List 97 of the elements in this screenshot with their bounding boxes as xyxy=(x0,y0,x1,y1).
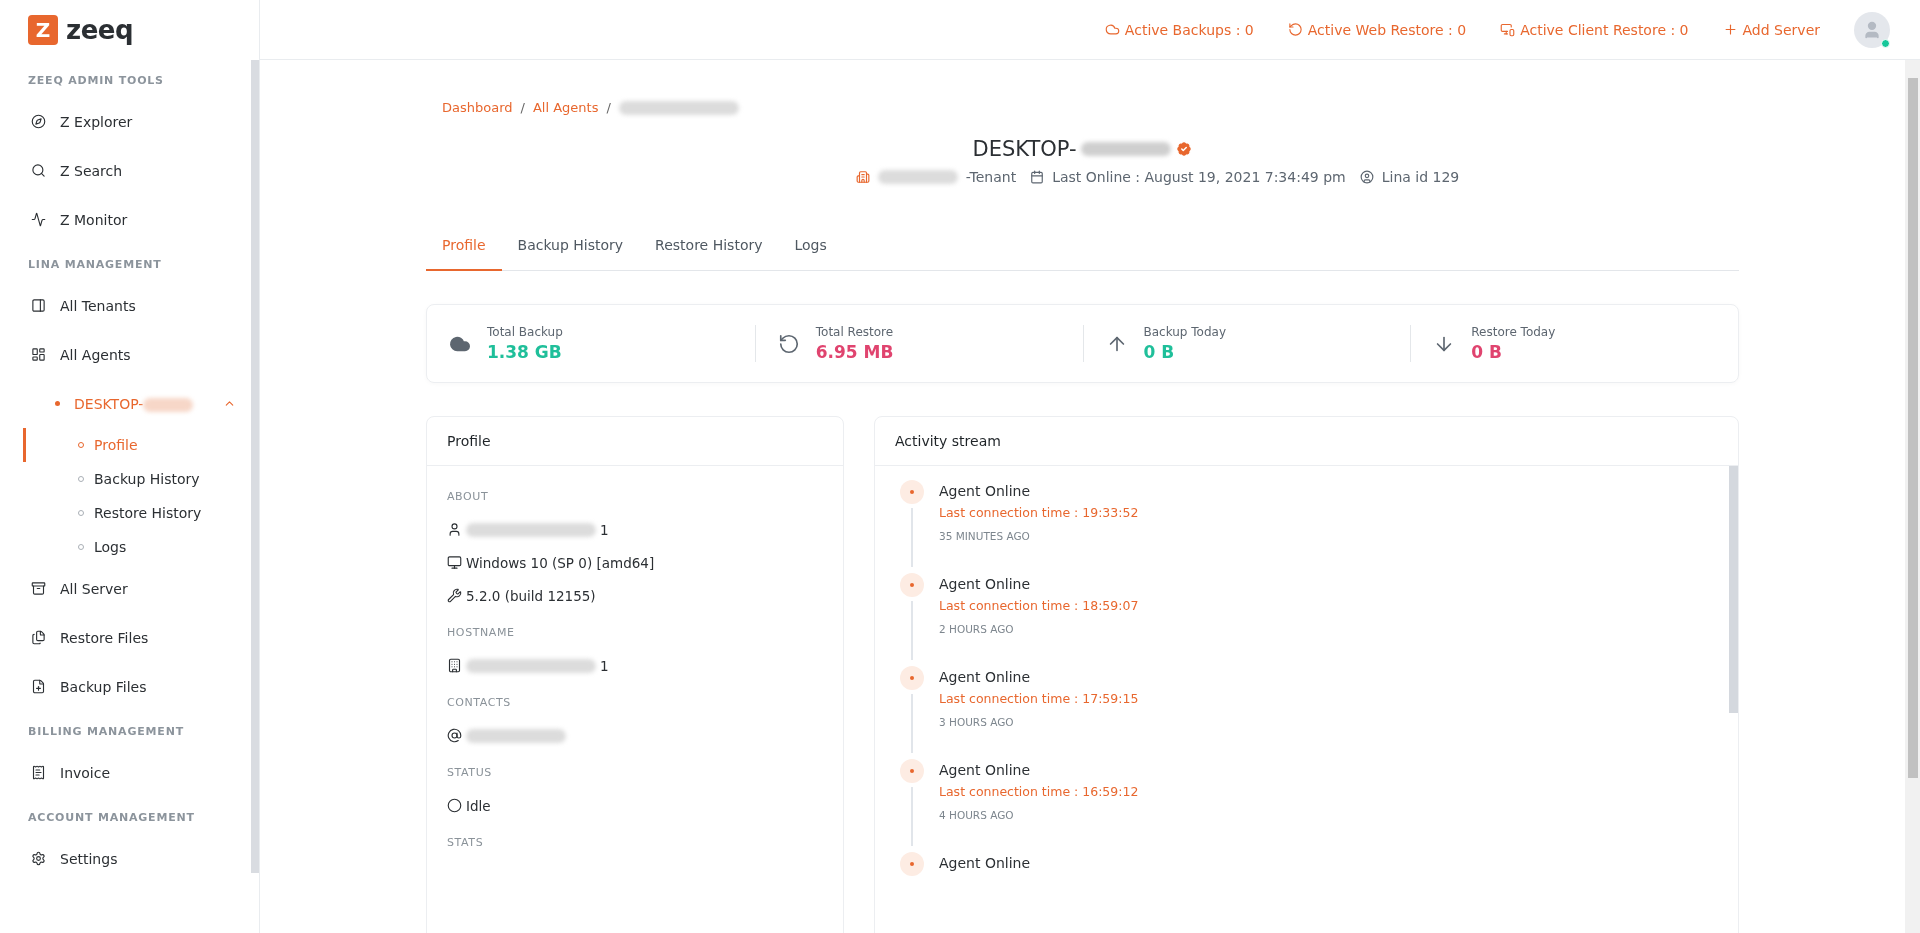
server-icon xyxy=(31,581,46,596)
activity-detail: Last connection time : 16:59:12 xyxy=(939,784,1140,799)
restore-icon xyxy=(777,332,800,355)
profile-value: 5.2.0 (build 12155) xyxy=(466,587,596,604)
breadcrumb-separator: / xyxy=(606,100,611,115)
restore-icon xyxy=(1287,22,1303,37)
search-icon xyxy=(31,163,46,178)
compass-icon xyxy=(31,114,46,129)
section-title: ZEEQ ADMIN TOOLS xyxy=(27,73,165,89)
building-icon xyxy=(855,170,870,184)
stat-value: 0 B xyxy=(1471,342,1503,362)
sidebar-item[interactable]: Z Monitor xyxy=(0,195,251,244)
profile-value: Idle xyxy=(466,797,491,814)
profile-value: 1 xyxy=(600,657,609,674)
settings-icon xyxy=(31,851,46,866)
stat-value: 6.95 MB xyxy=(815,342,894,362)
logo-text: zeeq xyxy=(66,15,133,45)
sidebar-item[interactable]: Z Search xyxy=(0,146,251,195)
activity-time: 2 HOURS AGO xyxy=(939,623,1015,635)
section-heading: STATUS xyxy=(447,766,493,779)
section-heading: HOSTNAME xyxy=(447,626,516,639)
layout-icon xyxy=(31,347,46,362)
user-circle-icon xyxy=(1359,170,1374,184)
tab[interactable]: Logs xyxy=(778,225,843,271)
sidebar-item[interactable]: All Tenants xyxy=(0,281,251,330)
sidebar-subitem[interactable]: Restore History xyxy=(0,496,251,530)
sidebar-item[interactable]: Restore Files xyxy=(0,613,251,662)
activity-title: Agent Online xyxy=(939,483,1032,499)
profile-value: 1 xyxy=(600,521,609,538)
panel-icon xyxy=(31,298,46,313)
sidebar-item[interactable]: All Agents xyxy=(0,330,251,379)
activity-detail: Last connection time : 18:59:07 xyxy=(939,598,1140,613)
timeline-bullet xyxy=(900,573,924,597)
section-title: BILLING MANAGEMENT xyxy=(27,724,185,740)
timeline-bullet xyxy=(900,759,924,783)
agent-title: DESKTOP- xyxy=(972,137,1077,161)
files-icon xyxy=(31,630,46,645)
stat-value: 1.38 GB xyxy=(487,342,563,362)
profile-value: Windows 10 (SP 0) [amd64] xyxy=(466,554,655,571)
timeline-bullet xyxy=(900,852,924,876)
stat-label: Total Backup xyxy=(487,325,563,339)
lina-id-text: Lina id 129 xyxy=(1381,169,1460,185)
logo-mark: Z xyxy=(28,15,58,45)
cloud-icon xyxy=(1104,22,1120,37)
plus-icon xyxy=(1722,22,1738,37)
activity-time: 35 MINUTES AGO xyxy=(939,530,1031,542)
monitor-icon xyxy=(447,555,462,570)
sidebar-subitem[interactable]: Backup History xyxy=(0,462,251,496)
breadcrumb-separator: / xyxy=(520,100,525,115)
receipt-icon xyxy=(31,765,46,780)
stat-value: 0 B xyxy=(1143,342,1176,362)
scrollbar[interactable] xyxy=(1907,78,1918,778)
section-heading: ABOUT xyxy=(447,490,490,503)
circle-icon xyxy=(447,798,462,813)
building-icon xyxy=(447,658,462,673)
active-indicator xyxy=(23,428,26,462)
section-heading: CONTACTS xyxy=(447,696,512,709)
sidebar-subitem[interactable]: Logs xyxy=(0,530,251,564)
scrollbar[interactable] xyxy=(251,60,259,873)
sidebar-item[interactable]: Settings xyxy=(0,834,251,883)
at-sign-icon xyxy=(447,728,462,743)
activity-title: Agent Online xyxy=(939,576,1032,592)
sidebar-item[interactable]: Invoice xyxy=(0,748,251,797)
activity-title: Agent Online xyxy=(939,855,1032,871)
devices-icon xyxy=(1500,22,1516,37)
card-title: Activity stream xyxy=(875,417,1738,466)
section-heading: STATS xyxy=(447,836,485,849)
last-online-text: Last Online : August 19, 2021 7:34:49 pm xyxy=(1052,169,1346,185)
activity-title: Agent Online xyxy=(939,762,1032,778)
sidebar-item[interactable]: All Server xyxy=(0,564,251,613)
timeline-bullet xyxy=(900,480,924,504)
sidebar-item[interactable]: Backup Files xyxy=(0,662,251,711)
card-title: Profile xyxy=(427,417,843,466)
scrollbar[interactable] xyxy=(1729,466,1738,713)
user-icon xyxy=(447,522,462,537)
section-title: ACCOUNT MANAGEMENT xyxy=(27,810,196,826)
tab[interactable]: Backup History xyxy=(501,225,640,271)
wrench-icon xyxy=(447,588,462,603)
timeline-bullet xyxy=(900,666,924,690)
activity-detail: Last connection time : 19:33:52 xyxy=(939,505,1140,520)
sidebar-item[interactable]: Z Explorer xyxy=(0,97,251,146)
calendar-icon xyxy=(1030,170,1045,184)
activity-time: 4 HOURS AGO xyxy=(939,809,1015,821)
avatar[interactable] xyxy=(1854,11,1890,48)
stat-label: Total Restore xyxy=(815,325,894,339)
user-icon xyxy=(1862,19,1882,40)
tenant-text: -Tenant xyxy=(965,169,1017,185)
tab[interactable]: Restore History xyxy=(639,225,779,271)
activity-detail: Last connection time : 17:59:15 xyxy=(939,691,1140,706)
stat-label: Restore Today xyxy=(1471,325,1556,339)
stat-label: Backup Today xyxy=(1143,325,1226,339)
activity-title: Agent Online xyxy=(939,669,1032,685)
bullet-icon xyxy=(55,401,60,406)
activity-time: 3 HOURS AGO xyxy=(939,716,1015,728)
pulse-icon xyxy=(31,212,46,227)
file-plus-icon xyxy=(31,679,46,694)
section-title: LINA MANAGEMENT xyxy=(27,257,163,273)
